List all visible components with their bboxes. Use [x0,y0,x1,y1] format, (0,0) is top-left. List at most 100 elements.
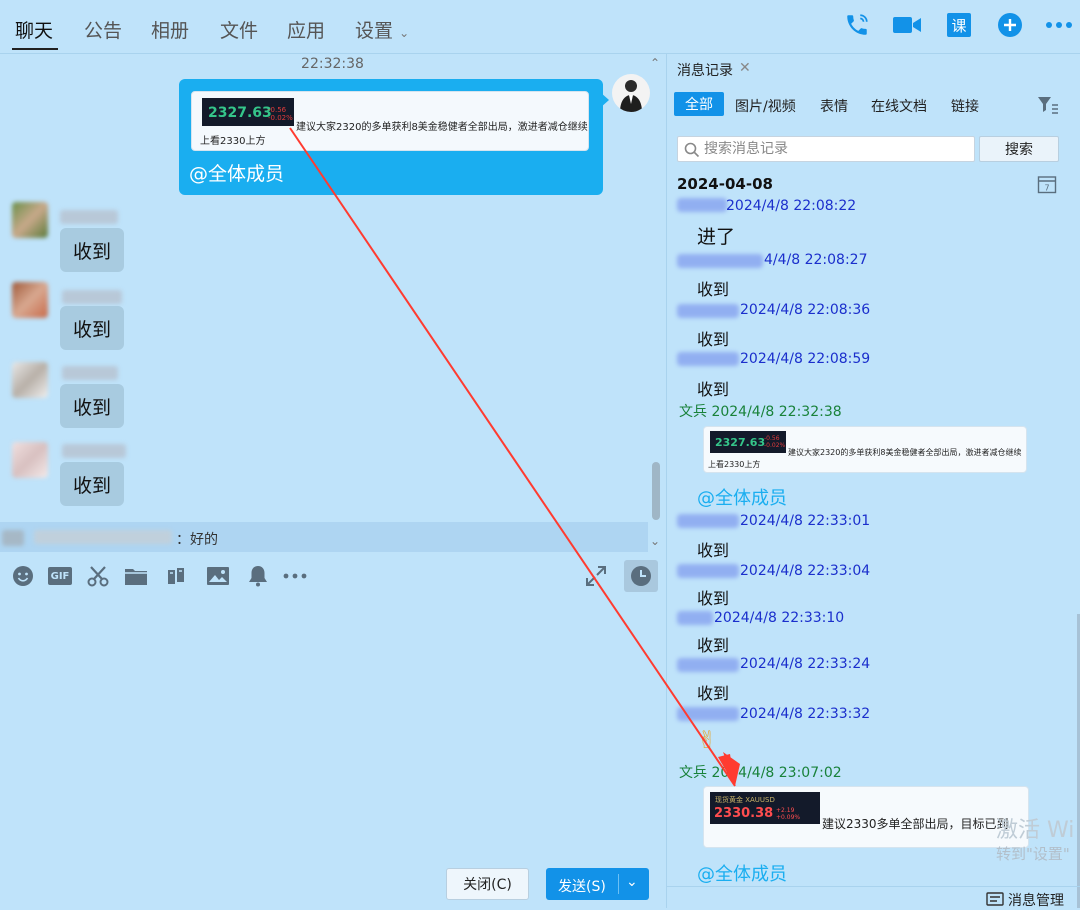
image-icon[interactable] [206,564,230,588]
incoming-message-bubble[interactable]: 收到 [60,306,124,350]
sender-name [677,352,739,366]
search-input[interactable] [704,139,968,159]
search-button[interactable]: 搜索 [979,136,1059,162]
calendar-icon[interactable]: 7 [1037,174,1057,198]
video-call-icon[interactable] [892,10,922,40]
filter-tab-all[interactable]: 全部 [674,92,724,116]
send-button-divider [618,874,619,894]
panel-title: 消息记录 [677,63,733,79]
tab-settings-label: 设置 [355,20,394,42]
course-icon[interactable]: 课 [944,10,974,40]
ticker-price: 2327.63 [208,105,272,121]
avatar[interactable] [12,282,48,318]
tab-announcements[interactable]: 公告 [84,16,122,43]
log-message[interactable]: 收到 [697,276,729,300]
avatar[interactable] [612,74,650,112]
scissors-icon[interactable] [86,564,110,588]
ticker-delta-percent: -0.02% [268,114,293,122]
log-meta: 文兵 2024/4/8 23:07:02 [679,765,842,781]
chat-messages[interactable]: 22:32:38 2327.63 -0.56 -0.02% 建议大家2320的多… [0,54,666,550]
log-message[interactable]: 收到 [697,376,729,400]
log-meta: 2024/4/8 22:08:22 [726,198,857,214]
log-meta: 2024/4/8 22:08:59 [740,351,871,367]
shake-icon[interactable] [164,564,188,588]
emoji-sticker[interactable]: ✌ [697,726,717,754]
tab-settings[interactable]: 设置 ⌄ [355,16,409,43]
avatar[interactable] [12,442,48,478]
search-field[interactable] [677,136,975,162]
log-message[interactable]: 收到 [697,632,729,656]
more-icon[interactable] [283,564,307,588]
avatar[interactable] [12,202,48,238]
ticker-delta-value: -0.56 [268,106,287,114]
tab-chat[interactable]: 聊天 [15,16,53,43]
bell-icon[interactable] [246,564,270,588]
send-button[interactable]: 发送(S) ⌄ [546,868,649,900]
quote-card[interactable]: 2327.63 -0.56 -0.02% 建议大家2320的多单获利8美金稳健者… [703,426,1027,473]
log-meta: 2024/4/8 22:33:01 [740,513,871,529]
scroll-down-icon[interactable]: ⌄ [650,534,660,548]
filter-tab-media[interactable]: 图片/视频 [735,96,796,116]
ticker-delta-percent: -0.02% [764,442,786,449]
quote-card[interactable]: 2327.63 -0.56 -0.02% 建议大家2320的多单获利8美金稳健者… [191,91,589,151]
message-input[interactable] [0,596,666,908]
tab-album[interactable]: 相册 [151,16,189,43]
log-message[interactable]: 进了 [697,222,735,249]
filter-tab-docs[interactable]: 在线文档 [871,96,927,116]
add-icon[interactable] [995,10,1025,40]
tab-files[interactable]: 文件 [220,16,258,43]
chevron-down-icon[interactable]: ⌄ [626,874,638,890]
log-message[interactable]: 收到 [697,680,729,704]
top-bar: 聊天 公告 相册 文件 应用 设置 ⌄ 课 [0,0,1080,54]
filter-icon[interactable] [1037,96,1059,118]
filter-tab-links[interactable]: 链接 [951,96,979,116]
close-icon[interactable]: ✕ [739,60,751,76]
course-label: 课 [947,13,971,37]
log-message[interactable]: 收到 [697,326,729,350]
avatar[interactable] [12,362,48,398]
tab-apps[interactable]: 应用 [287,16,325,43]
close-button[interactable]: 关闭(C) [446,868,529,900]
mention-all[interactable]: @全体成员 [697,860,787,886]
mention-all[interactable]: @全体成员 [189,159,284,186]
scroll-up-icon[interactable]: ⌃ [650,56,660,70]
sender-name [677,611,713,625]
filter-tab-stickers[interactable]: 表情 [820,96,848,116]
log-meta: 2024/4/8 22:08:36 [740,302,871,318]
sender-name [677,564,739,578]
reply-preview-bar[interactable]: ：好的 [0,522,648,552]
sender-name [677,198,727,212]
activation-watermark-hint: 转到"设置" [996,845,1070,863]
incoming-message-bubble[interactable]: 收到 [60,228,124,272]
avatar [2,530,24,546]
log-message[interactable]: 收到 [697,537,729,561]
outgoing-message-bubble[interactable]: 2327.63 -0.56 -0.02% 建议大家2320的多单获利8美金稳健者… [179,79,603,195]
message-manage-button[interactable]: 消息管理 [986,890,1064,910]
expand-icon[interactable] [584,564,608,588]
gif-icon[interactable]: GIF [48,564,72,588]
log-message[interactable]: 收到 [697,585,729,609]
mention-all[interactable]: @全体成员 [697,484,787,510]
chevron-down-icon: ⌄ [399,26,410,40]
history-clock-icon[interactable] [624,560,658,592]
chat-list-icon [986,892,1004,906]
active-tab-indicator [12,48,58,50]
incoming-message-bubble[interactable]: 收到 [60,384,124,428]
quote-card[interactable]: 现货黄金 XAUUSD 2330.38 +2.19 +0.09% 建议2330多… [703,786,1029,848]
message-history-panel: 消息记录 ✕ 全部 图片/视频 表情 在线文档 链接 搜索 2024-04-08… [666,54,1080,908]
phone-icon[interactable] [842,10,872,40]
price-ticker: 2327.63 -0.56 -0.02% [710,431,786,453]
emoji-icon[interactable] [11,564,35,588]
sender-name [677,254,763,268]
activation-watermark: 激活 Wi [996,818,1075,843]
chat-scrollbar[interactable] [652,462,660,520]
incoming-message-bubble[interactable]: 收到 [60,462,124,506]
ticker-price: 2330.38 [714,806,774,821]
sender-name [677,658,739,672]
ticker-header: 现货黄金 XAUUSD [715,796,775,804]
input-toolbar: GIF [0,556,666,596]
price-ticker: 2327.63 -0.56 -0.02% [202,98,294,126]
sender-name [62,366,118,380]
folder-icon[interactable] [124,564,148,588]
more-icon[interactable] [1044,10,1074,40]
